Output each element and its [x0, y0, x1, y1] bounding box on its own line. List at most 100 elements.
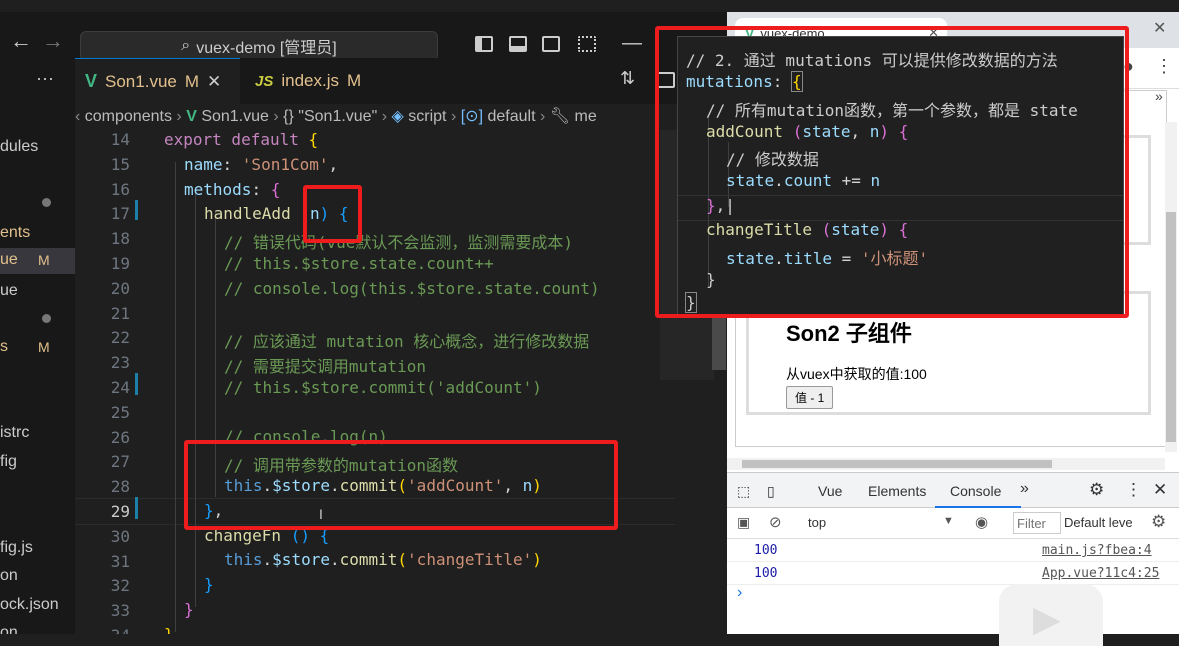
git-change-gutter [135, 497, 138, 519]
explorer-item[interactable]: dules [0, 138, 38, 156]
tab-modified-badge: M [184, 71, 200, 91]
tab-label: index.js [281, 71, 339, 90]
line-number: 31 [110, 551, 130, 571]
breadcrumb-item[interactable]: Son1.vue [201, 108, 269, 125]
page-hscrollbar[interactable] [727, 458, 1165, 470]
son2-title: Son2 子组件 [786, 321, 912, 346]
devtools-tab-elements[interactable]: Elements [868, 483, 926, 499]
explorer-item[interactable]: ock.json [0, 596, 59, 614]
vue-file-icon: V [186, 108, 197, 125]
devtools-tab-vue[interactable]: Vue [818, 483, 842, 499]
tab-son1-vue[interactable]: V Son1.vue M ✕ [75, 58, 240, 104]
context-dropdown-icon[interactable]: ▼ [943, 515, 954, 527]
code-line: } [204, 575, 214, 594]
more-tabs-icon[interactable]: » [1020, 480, 1029, 498]
line-number: 21 [110, 303, 130, 323]
code-line: export default { [164, 130, 319, 149]
highlight-box-commit-call [184, 440, 618, 530]
code-line: } [184, 600, 194, 619]
code-line: // this.$store.state.count++ [224, 254, 494, 273]
vue-file-icon: V [85, 71, 98, 91]
explorer-item[interactable]: fig.js [0, 539, 33, 557]
explorer-item[interactable]: s [0, 338, 8, 356]
minimize-icon[interactable]: — [622, 32, 642, 55]
search-icon: ⌕ [181, 37, 191, 54]
code-line: } [164, 625, 174, 634]
show-sidebar-icon[interactable]: ▣ [737, 514, 750, 531]
video-play-overlay[interactable]: ▶ [999, 584, 1103, 646]
page-scrollbar-track[interactable] [1165, 122, 1177, 452]
line-number: 15 [110, 154, 130, 174]
highlight-box-parameter [303, 185, 362, 243]
modified-badge: M [38, 252, 50, 268]
clear-console-icon[interactable]: ⊘ [769, 513, 782, 531]
code-line: this.$store.commit('changeTitle') [224, 550, 542, 569]
page-hscrollbar-thumb[interactable] [742, 460, 1052, 468]
command-center-search[interactable]: ⌕ vuex-demo [管理员] [80, 31, 438, 61]
line-number: 32 [110, 576, 130, 596]
decrement-button[interactable]: 值 - 1 [786, 386, 834, 409]
code-line: name: 'Son1Com', [184, 155, 339, 174]
page-scrollbar-thumb[interactable] [1166, 212, 1176, 442]
breadcrumb-item[interactable]: default [487, 108, 535, 125]
devtools-tab-console[interactable]: Console [950, 483, 1001, 499]
explorer-item[interactable]: on [0, 624, 18, 634]
explorer-item[interactable]: fig [0, 453, 17, 471]
console-row: 100 App.vue?11c4:25 [727, 562, 1179, 585]
breadcrumb-item[interactable]: {} "Son1.vue" [283, 108, 377, 125]
code-line: // console.log(this.$store.state.count) [224, 279, 600, 298]
console-source-link[interactable]: main.js?fbea:4 [1042, 543, 1152, 558]
customize-layout-icon[interactable] [578, 36, 596, 52]
source-control-icon[interactable]: ⇅ [620, 68, 635, 89]
tab-modified-badge: M [347, 71, 362, 90]
back-arrow-icon[interactable]: ← [10, 28, 32, 54]
line-number: 20 [110, 278, 130, 298]
line-number: 26 [110, 427, 130, 447]
toggle-secondary-sidebar-icon[interactable] [542, 36, 560, 52]
indent-guide [175, 162, 176, 632]
line-number: 18 [110, 229, 130, 249]
close-devtools-icon[interactable]: ✕ [1153, 480, 1167, 500]
explorer-item[interactable]: ents [0, 224, 30, 242]
line-number: 30 [110, 526, 130, 546]
log-levels-dropdown[interactable]: Default leve [1064, 515, 1133, 530]
tab-index-js[interactable]: JS index.js M [245, 58, 395, 104]
more-actions-icon[interactable]: ··· [36, 68, 54, 89]
explorer-item-selected[interactable]: ue M [0, 248, 75, 274]
line-number: 33 [110, 601, 130, 621]
breadcrumb-item[interactable]: components [85, 108, 172, 125]
code-editor[interactable]: 14 15 16 17 18 19 20 21 22 23 24 25 26 27 28 29 30 31 32 33… [75, 130, 727, 634]
breadcrumb-item[interactable]: me [575, 108, 597, 125]
console-source-link[interactable]: App.vue?11c4:25 [1042, 566, 1159, 581]
devtools-menu-icon[interactable]: ⋮ [1125, 480, 1142, 500]
indent-guide [195, 187, 196, 607]
eye-icon[interactable]: ◉ [975, 513, 988, 531]
explorer-item[interactable]: ue [0, 282, 18, 300]
close-window-icon[interactable]: ✕ [1153, 18, 1166, 38]
explorer-item[interactable]: on [0, 567, 18, 585]
forward-arrow-icon[interactable]: → [42, 28, 64, 54]
device-toolbar-icon[interactable]: ▯ [767, 483, 775, 500]
context-selector[interactable]: top [808, 515, 826, 530]
console-filter-input[interactable] [1013, 512, 1061, 534]
console-prompt[interactable]: › [737, 584, 742, 602]
line-number: 28 [110, 477, 130, 497]
line-number: 24 [110, 378, 130, 397]
explorer-item[interactable]: istrc [0, 424, 29, 442]
menu-icon[interactable]: ⋮ [1155, 56, 1173, 77]
console-filter-bar: ▣ ⊘ top ▼ ◉ Default leve ⚙ [727, 508, 1179, 539]
toggle-sidebar-icon[interactable] [475, 36, 493, 52]
vscode-titlebar: ← → ⌕ vuex-demo [管理员] — [0, 0, 727, 61]
inspect-element-icon[interactable]: ⬚ [737, 483, 750, 500]
close-icon[interactable]: ✕ [207, 72, 221, 92]
line-number: 16 [110, 179, 130, 199]
toggle-panel-icon[interactable] [509, 36, 527, 52]
console-settings-gear-icon[interactable]: ⚙ [1151, 512, 1166, 532]
script-icon: ◈ [391, 108, 404, 125]
settings-gear-icon[interactable]: ⚙ [1089, 480, 1104, 500]
modified-badge: M [38, 339, 50, 355]
devtools-toolbar: ⬚ ▯ Vue Elements Console » ⚙ ⋮ ✕ [727, 472, 1179, 508]
code-line: // 需要提交调用mutation [224, 357, 426, 376]
code-line: methods: { [184, 180, 281, 199]
breadcrumb-item[interactable]: script [408, 108, 446, 125]
